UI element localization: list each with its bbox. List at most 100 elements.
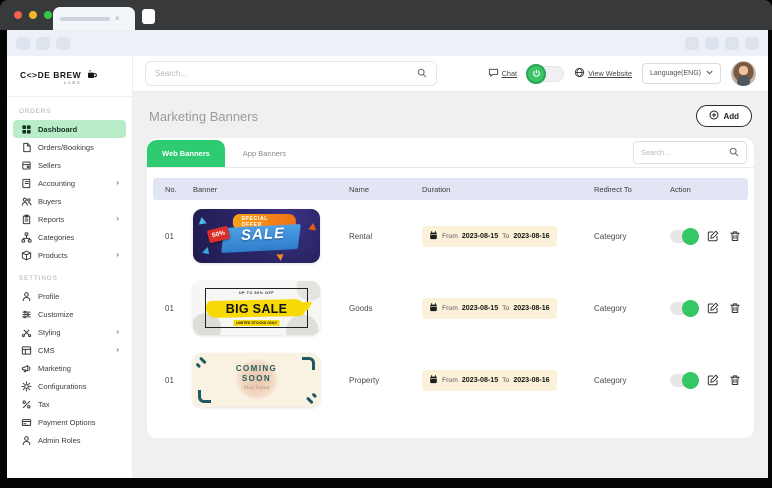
delete-icon[interactable] xyxy=(729,374,741,386)
search-icon xyxy=(729,144,739,162)
sidebar-item-tax[interactable]: Tax xyxy=(13,395,126,413)
sidebar-item-configurations[interactable]: Configurations xyxy=(13,377,126,395)
calendar-icon xyxy=(429,375,438,386)
banner-enabled-toggle[interactable] xyxy=(670,302,697,315)
sidebar-item-marketing[interactable]: Marketing xyxy=(13,359,126,377)
sitemap-icon xyxy=(20,231,32,243)
table-row: 01 UP TO 50% OFF BIG SALE LIMITED STOCKS… xyxy=(153,272,748,344)
tab-web-banners[interactable]: Web Banners xyxy=(147,140,225,167)
col-redirect-to: Redirect To xyxy=(594,185,670,194)
sidebar-item-label: CMS xyxy=(38,346,55,355)
page-content: Marketing Banners Add Web Banners App Ba… xyxy=(133,92,768,478)
tab-close-icon[interactable]: × xyxy=(115,15,120,23)
chevron-right-icon: › xyxy=(116,179,119,187)
section-label-settings: SETTINGS xyxy=(7,264,132,287)
col-no: No. xyxy=(159,185,193,194)
sidebar-item-label: Admin Roles xyxy=(38,436,81,445)
sidebar-item-label: Orders/Bookings xyxy=(38,143,94,152)
nav-button-placeholder[interactable] xyxy=(16,37,30,50)
banner-image: SPECIAL OFFER 50% SALE xyxy=(193,209,349,263)
banner-enabled-toggle[interactable] xyxy=(670,230,697,243)
chevron-right-icon: › xyxy=(116,346,119,354)
sidebar-item-label: Customize xyxy=(38,310,73,319)
redirect-to-value: Category xyxy=(594,232,670,241)
new-tab-button[interactable] xyxy=(142,9,155,24)
sidebar-item-label: Profile xyxy=(38,292,59,301)
sidebar-item-payment-options[interactable]: Payment Options xyxy=(13,413,126,431)
duration-chip: From 2023-08-15 To 2023-08-16 xyxy=(422,226,557,247)
sidebar-item-sellers[interactable]: Sellers xyxy=(13,156,126,174)
sidebar-item-admin-roles[interactable]: Admin Roles xyxy=(13,431,126,449)
minimize-window-button[interactable] xyxy=(29,11,37,19)
banner-image: UP TO 50% OFF BIG SALE LIMITED STOCKS ON… xyxy=(193,281,349,335)
delete-icon[interactable] xyxy=(729,230,741,242)
sidebar-item-label: Tax xyxy=(38,400,50,409)
extension-button-placeholder[interactable] xyxy=(725,37,739,50)
banner-name: Property xyxy=(349,376,422,385)
edit-icon[interactable] xyxy=(707,302,719,314)
chevron-down-icon xyxy=(706,70,713,77)
sidebar-item-customize[interactable]: Customize xyxy=(13,305,126,323)
delete-icon[interactable] xyxy=(729,302,741,314)
chat-link[interactable]: Chat xyxy=(488,67,517,80)
tab-app-banners[interactable]: App Banners xyxy=(225,140,304,167)
sidebar-item-label: Marketing xyxy=(38,364,71,373)
nav-button-placeholder[interactable] xyxy=(36,37,50,50)
banner-image: COMING SOON Stay Tuned xyxy=(193,353,349,407)
global-search[interactable] xyxy=(145,61,437,86)
extension-button-placeholder[interactable] xyxy=(745,37,759,50)
plus-circle-icon xyxy=(709,110,719,122)
report-icon xyxy=(20,213,32,225)
view-website-link[interactable]: View Website xyxy=(574,67,632,80)
add-button[interactable]: Add xyxy=(696,105,752,127)
sidebar-item-accounting[interactable]: Accounting › xyxy=(13,174,126,192)
store-status-toggle[interactable] xyxy=(527,66,564,82)
maximize-window-button[interactable] xyxy=(44,11,52,19)
redirect-to-value: Category xyxy=(594,376,670,385)
logo-subtext: LABS xyxy=(20,81,81,86)
banners-card: Web Banners App Banners No. Bann xyxy=(147,138,754,438)
sidebar-item-cms[interactable]: CMS › xyxy=(13,341,126,359)
globe-icon xyxy=(574,67,585,80)
row-number: 01 xyxy=(159,376,193,385)
table-search[interactable] xyxy=(633,141,747,164)
sale-banner: SPECIAL OFFER 50% SALE xyxy=(193,209,320,263)
browser-titlebar: × xyxy=(0,0,772,30)
banner-name: Rental xyxy=(349,232,422,241)
big-sale-banner: UP TO 50% OFF BIG SALE LIMITED STOCKS ON… xyxy=(193,281,320,335)
user-avatar[interactable] xyxy=(731,61,756,86)
sidebar-item-dashboard[interactable]: Dashboard xyxy=(13,120,126,138)
extension-button-placeholder[interactable] xyxy=(685,37,699,50)
banner-enabled-toggle[interactable] xyxy=(670,374,697,387)
table-search-input[interactable] xyxy=(641,148,725,157)
sidebar-item-label: Configurations xyxy=(38,382,86,391)
col-duration: Duration xyxy=(422,185,594,194)
col-action: Action xyxy=(670,185,748,194)
browser-tab[interactable]: × xyxy=(53,7,135,30)
cms-icon xyxy=(20,344,32,356)
nav-button-placeholder[interactable] xyxy=(56,37,70,50)
language-selector[interactable]: Language(ENG) xyxy=(642,63,721,84)
sidebar-item-label: Buyers xyxy=(38,197,61,206)
global-search-input[interactable] xyxy=(155,69,411,78)
calendar-icon xyxy=(429,231,438,242)
edit-icon[interactable] xyxy=(707,230,719,242)
sliders-icon xyxy=(20,308,32,320)
sidebar-item-profile[interactable]: Profile xyxy=(13,287,126,305)
users-icon xyxy=(20,195,32,207)
sidebar-item-orders-bookings[interactable]: Orders/Bookings xyxy=(13,138,126,156)
table-row: 01 SPECIAL OFFER 50% SALE Rental From 20… xyxy=(153,200,748,272)
table-header: No. Banner Name Duration Redirect To Act… xyxy=(153,178,748,200)
box-icon xyxy=(20,249,32,261)
sidebar-item-label: Accounting xyxy=(38,179,75,188)
book-icon xyxy=(20,177,32,189)
sidebar-item-products[interactable]: Products› xyxy=(13,246,126,264)
close-window-button[interactable] xyxy=(14,11,22,19)
sidebar-item-reports[interactable]: Reports› xyxy=(13,210,126,228)
edit-icon[interactable] xyxy=(707,374,719,386)
sidebar-item-buyers[interactable]: Buyers xyxy=(13,192,126,210)
grid-icon xyxy=(20,123,32,135)
sidebar-item-categories[interactable]: Categories xyxy=(13,228,126,246)
sidebar-item-styling[interactable]: Styling› xyxy=(13,323,126,341)
extension-button-placeholder[interactable] xyxy=(705,37,719,50)
